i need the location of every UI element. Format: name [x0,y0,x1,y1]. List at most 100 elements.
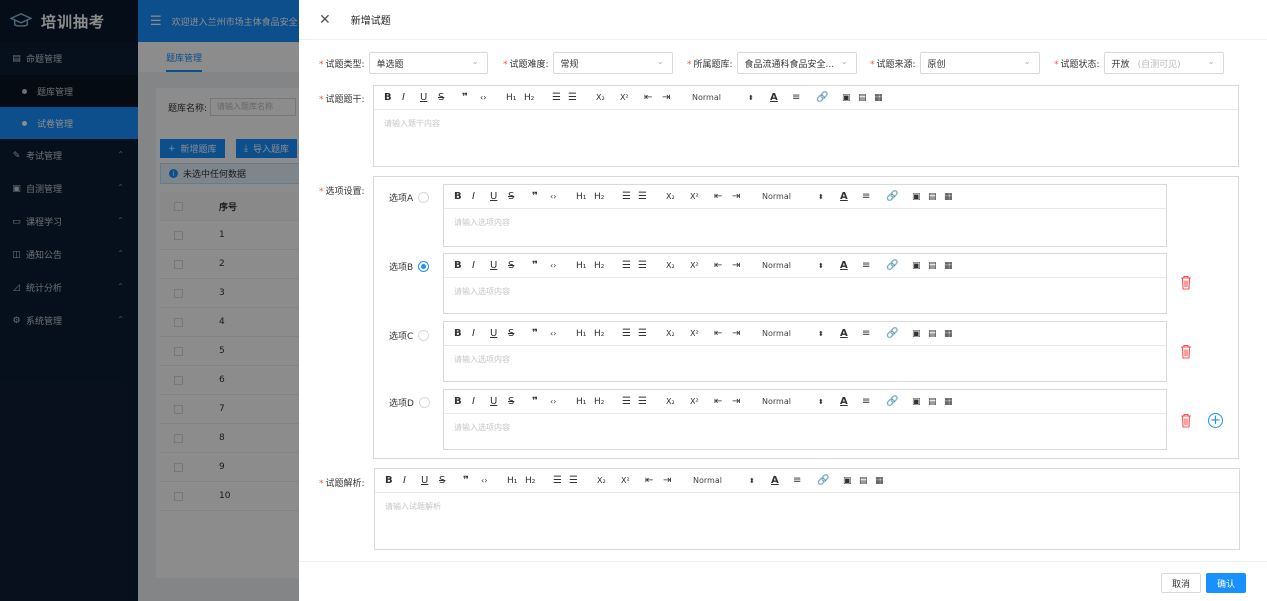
bullet-list-icon[interactable]: ☰ [569,475,597,486]
italic-icon[interactable]: I [472,260,490,271]
font-size-select[interactable]: Normal [692,93,748,102]
underline-icon[interactable]: U [490,260,508,271]
outdent-icon[interactable]: ⇤ [645,475,663,486]
heading2-icon[interactable]: H₂ [594,192,622,202]
image-icon[interactable]: ▣ [912,397,928,407]
option-b-radio[interactable] [418,261,430,272]
close-icon[interactable]: ✕ [319,12,331,28]
align-icon[interactable]: ≡ [862,328,886,339]
font-color-icon[interactable]: A [770,92,792,103]
option-d-editor[interactable]: B I U S ❞ ‹› H₁ H₂ ☰ ☰ X₂ X² ⇤ ⇥ Normal … [443,389,1167,450]
strikethrough-icon[interactable]: S [438,92,462,103]
bullet-list-icon[interactable]: ☰ [568,92,596,103]
italic-icon[interactable]: I [472,396,490,407]
ordered-list-icon[interactable]: ☰ [553,475,569,486]
bold-icon[interactable]: B [385,475,403,486]
bold-icon[interactable]: B [454,328,472,339]
font-size-select[interactable]: Normal [762,397,818,406]
quote-icon[interactable]: ❞ [463,475,481,486]
source-select[interactable]: 原创 ⌄ [919,52,1040,74]
bullet-list-icon[interactable]: ☰ [638,328,666,339]
superscript-icon[interactable]: X² [620,93,644,102]
status-select[interactable]: 开放 (自测可见) ⌄ [1103,52,1224,74]
superscript-icon[interactable]: X² [690,329,714,338]
heading2-icon[interactable]: H₂ [524,93,552,103]
option-placeholder[interactable]: 请输入选项内容 [444,414,1166,441]
code-icon[interactable]: ‹› [550,261,576,270]
underline-icon[interactable]: U [490,328,508,339]
underline-icon[interactable]: U [421,475,439,486]
superscript-icon[interactable]: X² [690,261,714,270]
subscript-icon[interactable]: X₂ [666,329,690,338]
font-color-icon[interactable]: A [840,396,862,407]
bullet-list-icon[interactable]: ☰ [638,396,666,407]
link-icon[interactable]: 🔗 [816,92,842,103]
indent-icon[interactable]: ⇥ [732,328,762,339]
strikethrough-icon[interactable]: S [439,475,463,486]
table-icon[interactable]: ▦ [944,261,960,271]
code-icon[interactable]: ‹› [550,329,576,338]
font-size-select[interactable]: Normal [693,476,749,485]
delete-option-b-icon[interactable] [1180,275,1192,290]
strikethrough-icon[interactable]: S [508,396,532,407]
underline-icon[interactable]: U [420,92,438,103]
font-color-icon[interactable]: A [771,475,793,486]
indent-icon[interactable]: ⇥ [732,396,762,407]
image-icon[interactable]: ▣ [912,261,928,271]
subscript-icon[interactable]: X₂ [666,397,690,406]
italic-icon[interactable]: I [472,328,490,339]
ordered-list-icon[interactable]: ☰ [622,191,638,202]
analysis-editor[interactable]: B I U S ❞ ‹› H₁ H₂ ☰ ☰ X₂ X² ⇤ ⇥ Normal … [374,468,1240,550]
delete-option-c-icon[interactable] [1180,344,1192,359]
video-icon[interactable]: ▤ [928,192,944,202]
option-c-editor[interactable]: B I U S ❞ ‹› H₁ H₂ ☰ ☰ X₂ X² ⇤ ⇥ Normal … [443,321,1167,382]
ordered-list-icon[interactable]: ☰ [622,328,638,339]
image-icon[interactable]: ▣ [842,93,858,103]
updown-caret-icon[interactable]: ⬍ [818,262,840,270]
align-icon[interactable]: ≡ [862,191,886,202]
code-icon[interactable]: ‹› [550,397,576,406]
stem-placeholder[interactable]: 请输入题干内容 [374,110,1238,137]
indent-icon[interactable]: ⇥ [732,191,762,202]
font-color-icon[interactable]: A [840,260,862,271]
quote-icon[interactable]: ❞ [532,396,550,407]
outdent-icon[interactable]: ⇤ [714,396,732,407]
code-icon[interactable]: ‹› [550,192,576,201]
heading1-icon[interactable]: H₁ [506,93,524,103]
strikethrough-icon[interactable]: S [508,260,532,271]
underline-icon[interactable]: U [490,191,508,202]
table-icon[interactable]: ▦ [944,192,960,202]
heading1-icon[interactable]: H₁ [576,397,594,407]
font-color-icon[interactable]: A [840,328,862,339]
video-icon[interactable]: ▤ [858,93,874,103]
code-icon[interactable]: ‹› [481,476,507,485]
subscript-icon[interactable]: X₂ [666,261,690,270]
link-icon[interactable]: 🔗 [886,328,912,339]
font-size-select[interactable]: Normal [762,261,818,270]
underline-icon[interactable]: U [490,396,508,407]
video-icon[interactable]: ▤ [928,329,944,339]
font-size-select[interactable]: Normal [762,192,818,201]
option-a-radio[interactable] [418,192,430,203]
outdent-icon[interactable]: ⇤ [714,328,732,339]
heading2-icon[interactable]: H₂ [525,476,553,486]
indent-icon[interactable]: ⇥ [663,475,693,486]
updown-caret-icon[interactable]: ⬍ [818,398,840,406]
difficulty-select[interactable]: 常规 ⌄ [552,52,673,74]
confirm-button[interactable]: 确认 [1206,573,1246,593]
stem-editor[interactable]: B I U S ❞ ‹› H₁ H₂ ☰ ☰ X₂ X² ⇤ ⇥ Normal … [373,85,1239,167]
link-icon[interactable]: 🔗 [886,191,912,202]
option-b-editor[interactable]: B I U S ❞ ‹› H₁ H₂ ☰ ☰ X₂ X² ⇤ ⇥ Normal … [443,253,1167,314]
question-type-select[interactable]: 单选题 ⌄ [368,52,488,74]
heading2-icon[interactable]: H₂ [594,329,622,339]
link-icon[interactable]: 🔗 [886,396,912,407]
quote-icon[interactable]: ❞ [532,328,550,339]
table-icon[interactable]: ▦ [875,476,891,486]
video-icon[interactable]: ▤ [859,476,875,486]
heading1-icon[interactable]: H₁ [507,476,525,486]
bullet-list-icon[interactable]: ☰ [638,191,666,202]
option-placeholder[interactable]: 请输入选项内容 [444,278,1166,305]
align-icon[interactable]: ≡ [862,260,886,271]
ordered-list-icon[interactable]: ☰ [552,92,568,103]
option-c-radio[interactable] [418,330,430,341]
